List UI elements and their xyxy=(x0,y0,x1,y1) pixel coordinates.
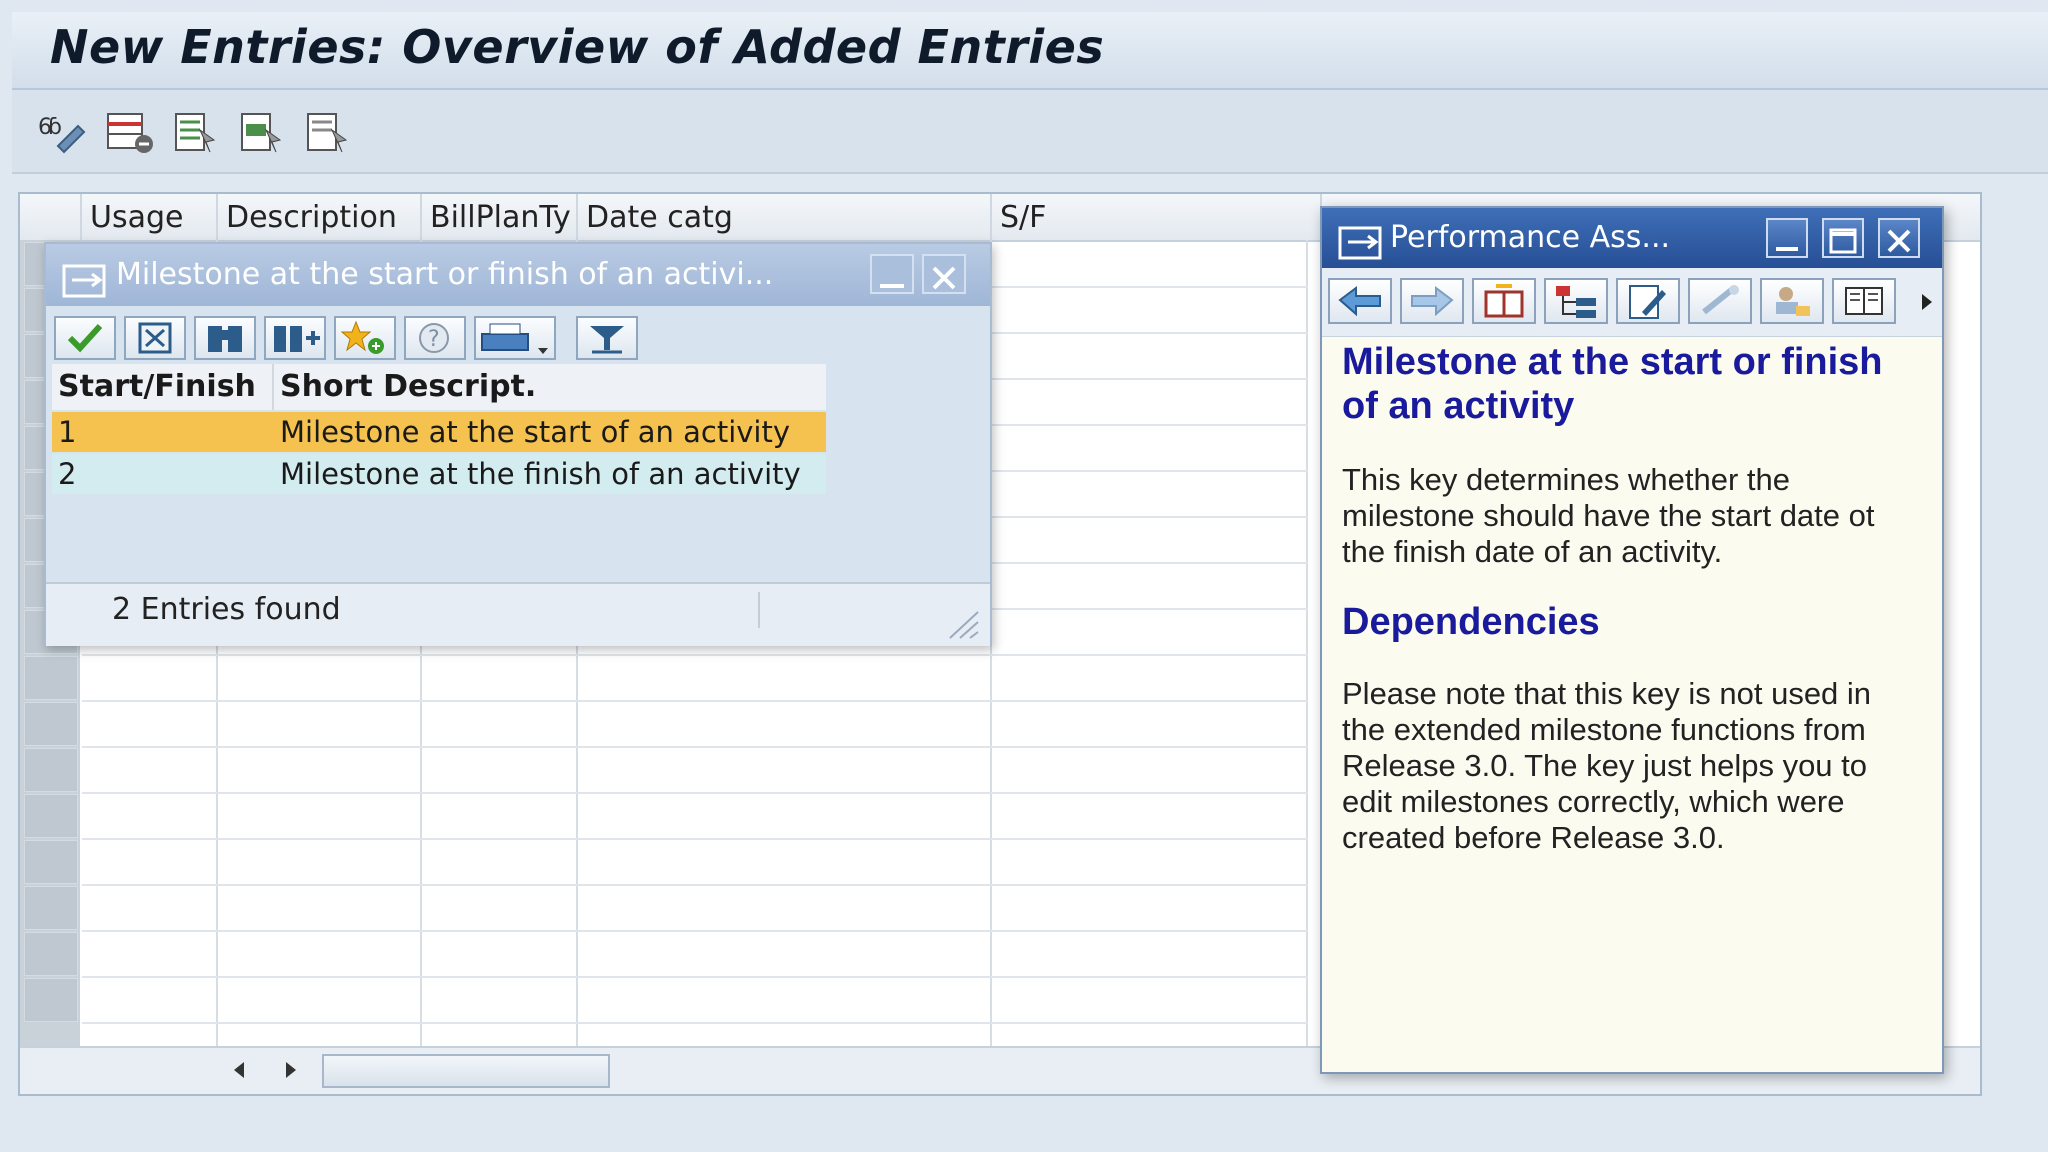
svg-text:?: ? xyxy=(428,327,440,352)
table-row-divider xyxy=(82,700,1308,702)
maximize-button[interactable] xyxy=(1822,218,1864,258)
forward-icon[interactable] xyxy=(1400,278,1464,324)
row-selector[interactable] xyxy=(24,702,78,746)
print-icon[interactable] xyxy=(474,316,556,360)
table-row-divider xyxy=(82,930,1308,932)
help-paragraph: Please note that this key is not used in… xyxy=(1342,676,1872,855)
back-icon[interactable] xyxy=(1328,278,1392,324)
assistant-title-bar[interactable]: Performance Ass... xyxy=(1322,208,1942,268)
status-bar: 2 Entries found xyxy=(46,582,990,646)
dialog-title-bar[interactable]: Milestone at the start or finish of an a… xyxy=(46,244,990,306)
tree-icon[interactable] xyxy=(1544,278,1608,324)
title-bar: New Entries: Overview of Added Entries xyxy=(12,12,2048,90)
assistant-toolbar xyxy=(1322,268,1942,337)
table-row-divider xyxy=(82,838,1308,840)
column-sf[interactable]: S/F xyxy=(992,194,1322,240)
filter-icon[interactable] xyxy=(576,316,638,360)
row-selector[interactable] xyxy=(24,886,78,930)
list-item-text[interactable]: Milestone at the start of an activity xyxy=(274,412,826,452)
value-help-dialog: Milestone at the start or finish of an a… xyxy=(44,242,992,646)
select-all-column[interactable] xyxy=(20,194,82,240)
row-selector[interactable] xyxy=(24,794,78,838)
link-icon[interactable] xyxy=(1688,278,1752,324)
column-billplanty[interactable]: BillPlanTy xyxy=(422,194,578,240)
find-icon[interactable] xyxy=(194,316,256,360)
minimize-button[interactable] xyxy=(870,254,914,294)
display-change-icon[interactable]: 6ɓ xyxy=(38,108,88,156)
column-usage[interactable]: Usage xyxy=(82,194,218,240)
cancel-icon[interactable] xyxy=(124,316,186,360)
dialog-toolbar: ? xyxy=(46,308,986,362)
table-row-divider xyxy=(82,746,1308,748)
column-divider xyxy=(1306,240,1308,1092)
list-item-text[interactable]: Milestone at the finish of an activity xyxy=(274,454,826,494)
assistant-title: Performance Ass... xyxy=(1390,220,1671,255)
page-title: New Entries: Overview of Added Entries xyxy=(50,20,1105,74)
help-paragraph: This key determines whether the mileston… xyxy=(1342,462,1875,569)
resize-grip-icon[interactable] xyxy=(942,608,982,644)
table-row-divider xyxy=(82,1022,1308,1024)
deselect-all-icon[interactable] xyxy=(302,108,352,156)
list-empty-area xyxy=(52,496,986,582)
user-settings-icon[interactable] xyxy=(1760,278,1824,324)
column-start-finish[interactable]: Start/Finish xyxy=(52,364,274,410)
book-icon[interactable] xyxy=(1832,278,1896,324)
close-button[interactable] xyxy=(922,254,966,294)
row-selector[interactable] xyxy=(24,978,78,1022)
toolbar-overflow-icon[interactable] xyxy=(1920,292,1934,316)
svg-text:ɓ: ɓ xyxy=(48,115,62,140)
performance-assistant-window: Performance Ass... Milestone at the star… xyxy=(1320,206,1944,1074)
status-divider xyxy=(758,592,760,628)
select-all-icon[interactable] xyxy=(170,108,220,156)
help-subheading: Dependencies xyxy=(1342,601,1600,643)
scroll-right-icon[interactable] xyxy=(282,1060,298,1084)
minimize-button[interactable] xyxy=(1766,218,1808,258)
application-toolbar: 6ɓ xyxy=(12,90,2048,174)
row-selector[interactable] xyxy=(24,840,78,884)
select-block-icon[interactable] xyxy=(236,108,286,156)
entries-found-count: 2 Entries found xyxy=(112,592,341,627)
dialog-title: Milestone at the start or finish of an a… xyxy=(116,257,774,292)
table-row-divider xyxy=(82,884,1308,886)
technical-info-icon[interactable] xyxy=(1472,278,1536,324)
row-selector[interactable] xyxy=(24,748,78,792)
help-content: Milestone at the start or finish of an a… xyxy=(1342,340,1922,856)
scroll-left-icon[interactable] xyxy=(232,1060,248,1084)
horizontal-scroll-thumb[interactable] xyxy=(322,1054,610,1088)
find-next-icon[interactable] xyxy=(264,316,326,360)
table-row-divider xyxy=(82,792,1308,794)
close-button[interactable] xyxy=(1878,218,1920,258)
edit-icon[interactable] xyxy=(1616,278,1680,324)
list-item-key[interactable]: 1 xyxy=(52,412,274,452)
table-row-divider xyxy=(82,976,1308,978)
delete-icon[interactable] xyxy=(104,108,154,156)
favorites-icon[interactable] xyxy=(334,316,396,360)
list-item-key[interactable]: 2 xyxy=(52,454,274,494)
help-icon[interactable]: ? xyxy=(404,316,466,360)
row-selector[interactable] xyxy=(24,932,78,976)
column-description[interactable]: Description xyxy=(218,194,422,240)
help-heading: Milestone at the start or finish of an a… xyxy=(1342,341,1883,427)
continue-icon[interactable] xyxy=(54,316,116,360)
column-short-descript[interactable]: Short Descript. xyxy=(274,364,826,410)
column-date-catg[interactable]: Date catg xyxy=(578,194,992,240)
